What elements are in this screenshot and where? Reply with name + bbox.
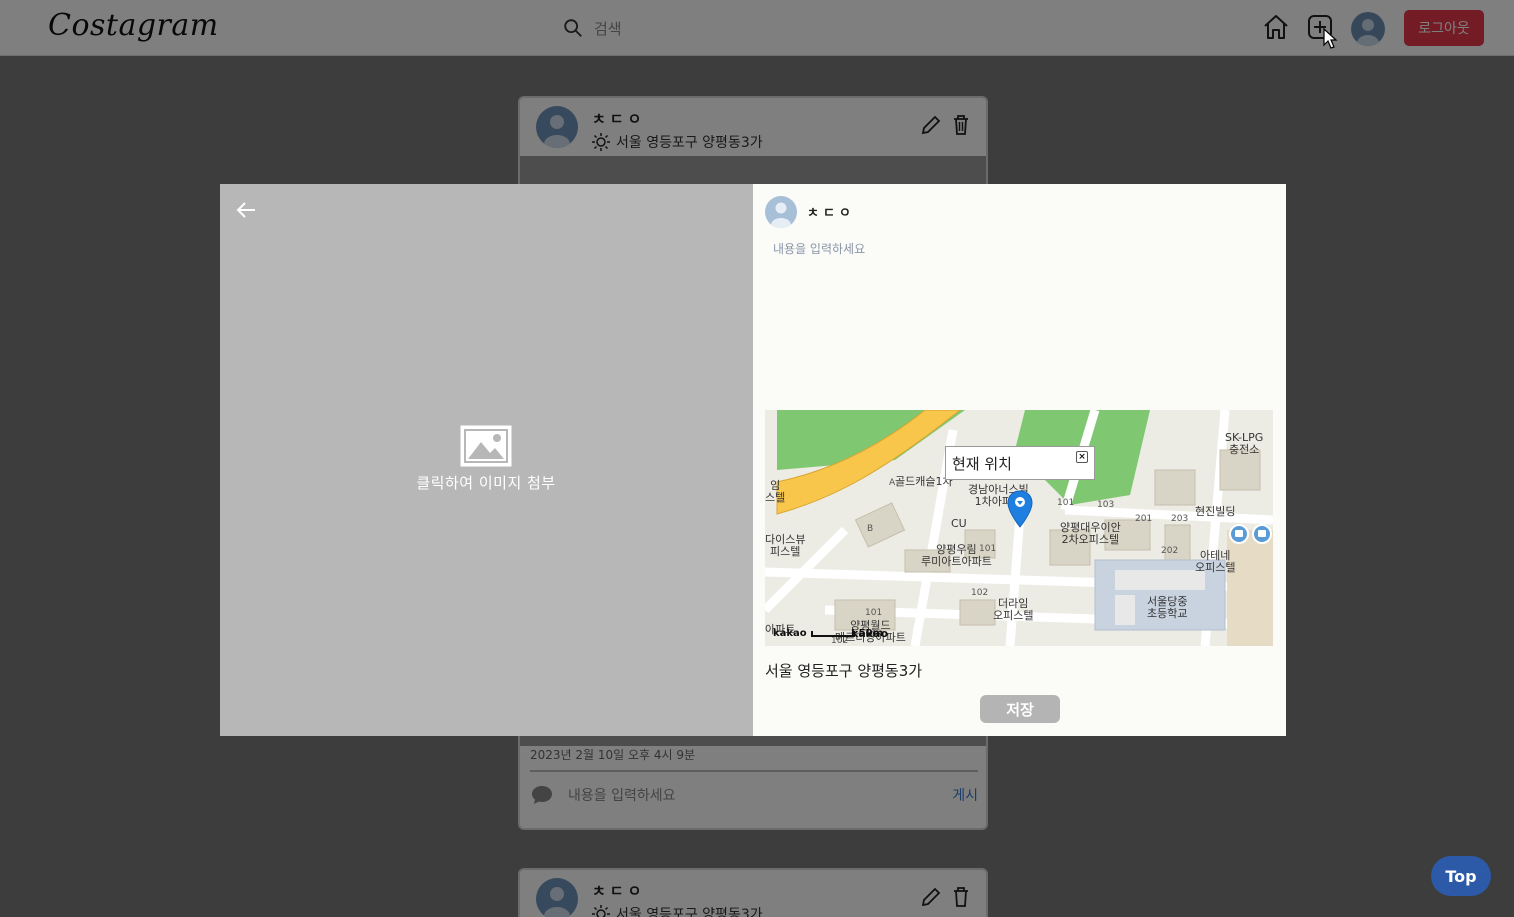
- close-icon[interactable]: ×: [1076, 451, 1088, 463]
- upload-label[interactable]: 클릭하여 이미지 첨부: [416, 472, 555, 493]
- current-location-popup: 현재 위치 ×: [945, 446, 1095, 480]
- post-content-input[interactable]: [767, 236, 1272, 396]
- map-attribution: kakao: [851, 627, 889, 640]
- avatar: [765, 196, 797, 228]
- map-pin-icon: [1007, 490, 1033, 528]
- bus-stop-icon: [1229, 524, 1249, 544]
- scroll-top-button[interactable]: Top: [1431, 856, 1491, 896]
- create-post-modal: 클릭하여 이미지 첨부 ㅊㄷㅇ 내용을 입력하세요 SK-LPG 충전소 골드캐…: [220, 184, 1286, 736]
- modal-username: ㅊㄷㅇ: [807, 206, 855, 221]
- kakao-logo: kakao: [773, 628, 807, 639]
- building-number: 201: [1135, 514, 1153, 524]
- building-number: 202: [1161, 546, 1179, 556]
- map-label-im: 임 스텔: [765, 479, 786, 504]
- building-number: 101: [979, 544, 997, 554]
- mouse-cursor-icon: [1323, 28, 1338, 49]
- current-location-label: 현재 위치: [952, 455, 1012, 473]
- building-number: 101: [865, 608, 883, 618]
- upload-dropzone[interactable]: 클릭하여 이미지 첨부: [380, 424, 592, 494]
- back-arrow-icon[interactable]: [234, 198, 258, 222]
- map-label-lpg: SK-LPG 충전소: [1225, 431, 1264, 456]
- save-button[interactable]: 저장: [980, 695, 1060, 723]
- post-details-panel: ㅊㄷㅇ 내용을 입력하세요 SK-LPG 충전소 골드캐슬1차 경남아너스빌 1…: [753, 184, 1286, 736]
- building-number: A: [889, 478, 896, 488]
- map-label-theraim: 더라임 오피스텔: [993, 597, 1034, 622]
- map-label-athene: 아테네 오피스텔: [1195, 549, 1236, 574]
- building-number: B: [867, 524, 874, 534]
- image-upload-panel[interactable]: 클릭하여 이미지 첨부: [220, 184, 753, 736]
- building-number: 203: [1171, 514, 1189, 524]
- map-label-daewoo: 양평대우이안 2차오피스텔: [1060, 521, 1121, 546]
- map-label-cu: CU: [951, 517, 967, 530]
- building-number: 103: [1097, 500, 1115, 510]
- location-map[interactable]: SK-LPG 충전소 골드캐슬1차 경남아너스빌 1차아파트 CU 양평대우이안 2차…: [765, 410, 1273, 646]
- scale-bar: [810, 630, 855, 637]
- map-label-school: 서울당중 초등학교: [1147, 595, 1188, 620]
- bus-stop-icon: [1252, 524, 1272, 544]
- map-label-dice: 다이스뷰 피스텔: [765, 533, 806, 558]
- selected-address: 서울 영등포구 양평동3가: [765, 662, 923, 680]
- map-label-hyunjin: 현진빌딩: [1195, 505, 1236, 518]
- map-label-golf: 골드캐슬1차: [895, 475, 953, 488]
- building-number: 102: [971, 588, 989, 598]
- building-number: 101: [1057, 498, 1075, 508]
- image-icon: [460, 425, 512, 467]
